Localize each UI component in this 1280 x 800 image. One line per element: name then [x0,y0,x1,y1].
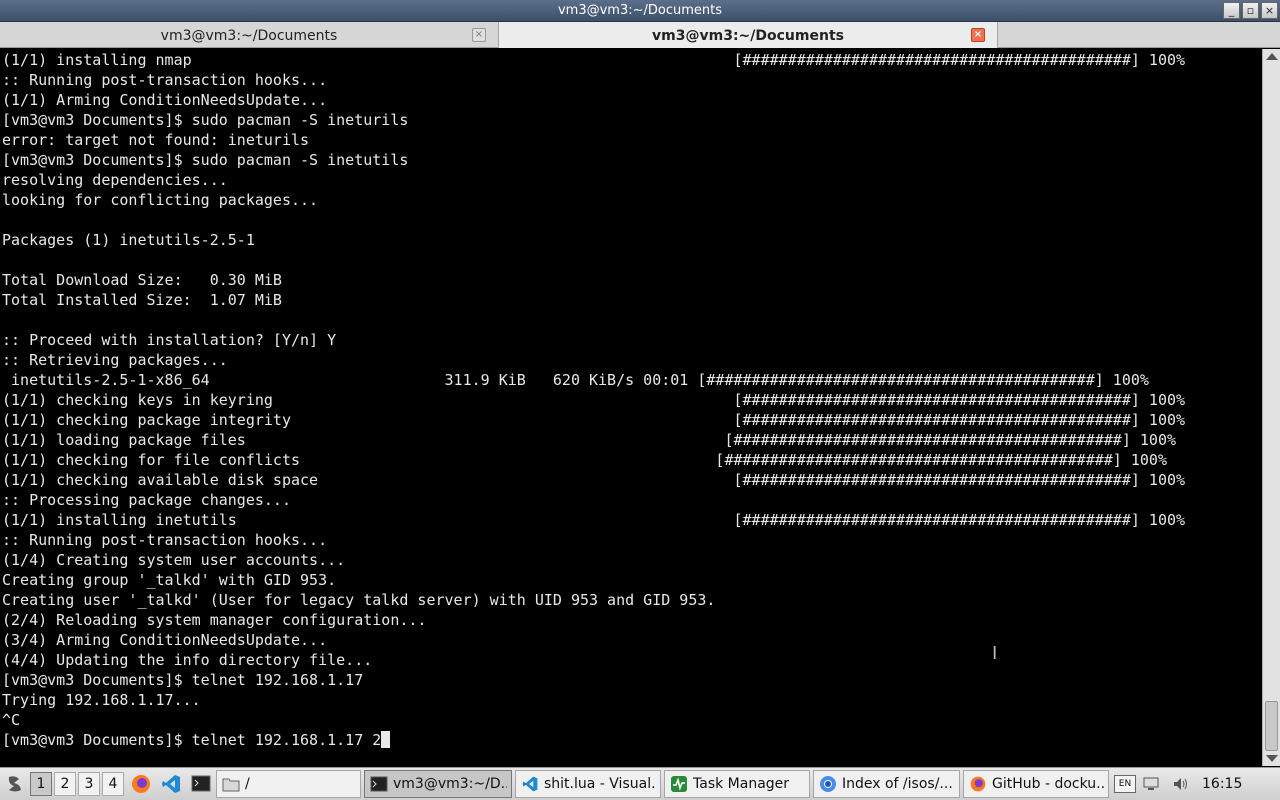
terminal-line: inetutils-2.5-1-x86_64 311.9 KiB 620 KiB… [2,371,1149,389]
terminal-line: error: target not found: ineturils [2,131,310,149]
terminal-line: [vm3@vm3 Documents]$ sudo pacman -S inet… [2,111,409,129]
terminal-line: [vm3@vm3 Documents]$ telnet 192.168.1.17 [2,671,364,689]
terminal-line: Creating user '_talkd' (User for legacy … [2,591,716,609]
folder-icon [221,774,241,794]
close-button[interactable]: × [1261,2,1278,19]
window-controls: _ ▫ × [1223,2,1278,19]
terminal-line: resolving dependencies... [2,171,228,189]
desktop-2-button[interactable]: 2 [54,772,76,796]
terminal-line: :: Running post-transaction hooks... [2,71,328,89]
taskbar: 1 2 3 4 / vm3@vm3:~/D... shit.lua - Visu… [0,767,1280,800]
terminal-line: (1/4) Creating system user accounts... [2,551,346,569]
terminal-line: (1/1) installing nmap [#################… [2,51,1186,69]
terminal-line: looking for conflicting packages... [2,191,319,209]
terminal-line: :: Processing package changes... [2,491,291,509]
task-task-manager[interactable]: Task Manager [664,770,810,798]
terminal-line: :: Retrieving packages... [2,351,228,369]
keyboard-layout-icon[interactable]: EN [1114,775,1136,793]
desktop-1-button[interactable]: 1 [30,772,52,796]
terminal-line: Total Download Size: 0.30 MiB [2,271,282,289]
vscode-icon [520,774,540,794]
terminal-line: (1/1) checking for file conflicts [#####… [2,451,1167,469]
task-terminal[interactable]: vm3@vm3:~/D... [364,770,512,798]
tab-close-icon[interactable]: × [472,28,486,42]
terminal-tabbar: vm3@vm3:~/Documents × vm3@vm3:~/Document… [0,22,1280,48]
maximize-button[interactable]: ▫ [1242,2,1259,19]
prompt-text: [vm3@vm3 Documents]$ telnet 192.168.1.17… [2,731,382,749]
tab-close-icon[interactable]: × [971,28,985,42]
terminal-line: Creating group '_talkd' with GID 953. [2,571,337,589]
terminal-line: Trying 192.168.1.17... [2,691,201,709]
task-label: vm3@vm3:~/D... [393,776,507,792]
terminal-line: :: Running post-transaction hooks... [2,531,328,549]
tab-label: vm3@vm3:~/Documents [652,28,844,44]
terminal-prompt-line[interactable]: [vm3@vm3 Documents]$ telnet 192.168.1.17… [2,730,391,750]
task-label: Task Manager [693,776,790,792]
scrollbar-thumb[interactable] [1265,701,1278,751]
system-tray: EN 16:15 [1114,771,1242,797]
network-icon[interactable] [1138,771,1164,797]
terminal-line: :: Proceed with installation? [Y/n] Y [2,331,337,349]
task-browser-index[interactable]: Index of /isos/... [813,770,960,798]
scroll-down-icon[interactable] [1266,755,1278,762]
task-vscode[interactable]: shit.lua - Visual... [515,770,661,798]
terminal-line: Total Installed Size: 1.07 MiB [2,291,282,309]
terminal-line: ^C [2,711,21,729]
vscode-icon[interactable] [158,771,184,797]
terminal-scrollbar[interactable] [1262,49,1280,766]
chromium-icon [818,774,838,794]
mouse-ibeam-icon: I [992,643,998,664]
terminal-output[interactable]: (1/1) installing nmap [#################… [0,49,1261,766]
tab-terminal-1[interactable]: vm3@vm3:~/Documents × [0,22,499,48]
desktop-4-button[interactable]: 4 [102,772,124,796]
task-file-manager[interactable]: / [216,770,361,798]
task-label: shit.lua - Visual... [544,776,656,792]
task-label: Index of /isos/... [842,776,953,792]
minimize-button[interactable]: _ [1223,2,1240,19]
menu-icon[interactable] [2,771,28,797]
terminal-line: [vm3@vm3 Documents]$ sudo pacman -S inet… [2,151,409,169]
task-label: / [245,776,250,792]
scroll-up-icon[interactable] [1266,53,1278,60]
text-cursor [381,731,391,748]
terminal-line: (2/4) Reloading system manager configura… [2,611,427,629]
task-label: GitHub - docku... [992,776,1104,792]
terminal-line: (1/1) Arming ConditionNeedsUpdate... [2,91,328,109]
tab-label: vm3@vm3:~/Documents [160,28,338,44]
desktop-3-button[interactable]: 3 [78,772,100,796]
terminal-icon[interactable] [188,771,214,797]
volume-icon[interactable] [1168,771,1194,797]
terminal-line: Packages (1) inetutils-2.5-1 [2,231,255,249]
tab-terminal-2[interactable]: vm3@vm3:~/Documents × [499,22,998,48]
terminal-line: (1/1) checking package integrity [######… [2,411,1186,429]
task-browser-github[interactable]: GitHub - docku... [963,770,1109,798]
window-title: vm3@vm3:~/Documents [557,3,723,18]
task-manager-icon [669,774,689,794]
window-titlebar[interactable]: vm3@vm3:~/Documents _ ▫ × [0,0,1280,22]
clock[interactable]: 16:15 [1202,776,1242,792]
terminal-line: (3/4) Arming ConditionNeedsUpdate... [2,631,328,649]
firefox-icon[interactable] [128,771,154,797]
terminal-line: (1/1) checking available disk space [###… [2,471,1186,489]
firefox-icon [968,774,988,794]
terminal-line: (1/1) checking keys in keyring [########… [2,391,1186,409]
terminal-icon [369,774,389,794]
terminal-line: (4/4) Updating the info directory file..… [2,651,373,669]
terminal-line: (1/1) installing inetutils [############… [2,511,1186,529]
terminal-line: (1/1) loading package files [###########… [2,431,1176,449]
